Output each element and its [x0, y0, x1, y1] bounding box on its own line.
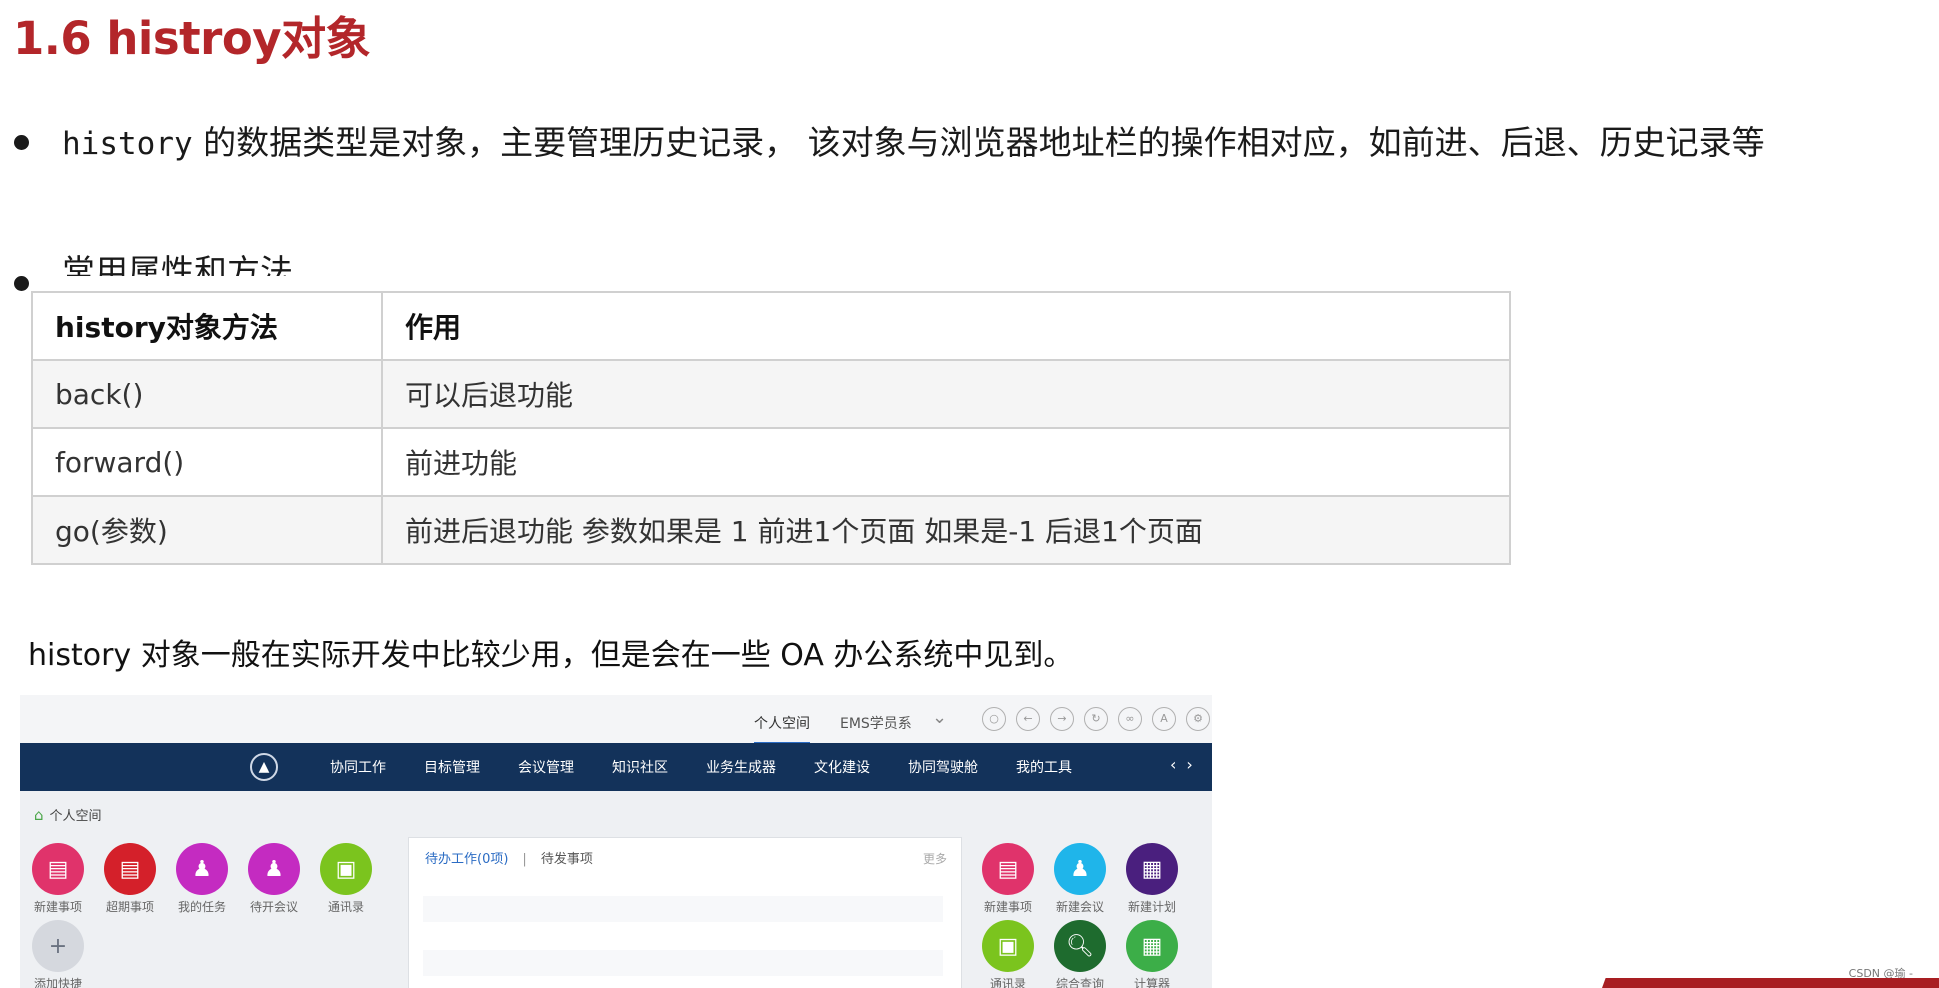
- oa-topbar: 个人空间 EMS学员系 ⌄ ○ ← → ↻ ∞ A ⚙: [20, 695, 1212, 745]
- oa-menu-item[interactable]: 协同工作: [330, 757, 386, 777]
- bullet-cut-text: 常用属性和方法: [62, 252, 293, 276]
- table-header-row: history对象方法 作用: [31, 291, 1511, 361]
- home-icon[interactable]: ⌂: [34, 806, 44, 824]
- purpose-cell: 可以后退功能: [381, 359, 1511, 429]
- plan-icon: ▦: [1126, 843, 1178, 895]
- people-icon: ♟: [248, 843, 300, 895]
- oa-menu-item[interactable]: 文化建设: [814, 757, 870, 777]
- oa-app-calculator[interactable]: ▦ 计算器: [1120, 920, 1184, 988]
- oa-menu-item[interactable]: 协同驾驶舱: [908, 757, 978, 777]
- oa-more-link[interactable]: 更多: [923, 850, 947, 867]
- header-method: history对象方法: [31, 291, 383, 361]
- oa-app-my-tasks[interactable]: ♟ 我的任务: [170, 843, 234, 915]
- gear-icon[interactable]: ⚙: [1186, 707, 1210, 731]
- oa-screenshot: 个人空间 EMS学员系 ⌄ ○ ← → ↻ ∞ A ⚙ ▲ 协同工作 目标管理 …: [20, 695, 1212, 988]
- tab-separator: |: [522, 852, 527, 867]
- oa-breadcrumb-label: 个人空间: [49, 809, 102, 824]
- decorative-red-bar: [1602, 978, 1939, 988]
- bullet-dot: [14, 135, 29, 150]
- note-text: history 对象一般在实际开发中比较少用，但是会在一些 OA 办公系统中见到…: [28, 638, 1074, 673]
- oa-todo-panel: 待办工作(0项) | 待发事项 更多: [408, 837, 962, 988]
- oa-app-search[interactable]: 🔍︎ 综合查询: [1048, 920, 1112, 988]
- people-icon: ♟: [176, 843, 228, 895]
- search-icon[interactable]: ○: [982, 707, 1006, 731]
- oa-app-new-plan[interactable]: ▦ 新建计划: [1120, 843, 1184, 915]
- oa-nav-arrows: ‹›: [1170, 755, 1203, 774]
- panel-placeholder-row: [423, 896, 943, 922]
- oa-breadcrumb: ⌂ 个人空间: [34, 805, 102, 824]
- oa-tab-personal[interactable]: 个人空间: [754, 713, 810, 745]
- table-row: back() 可以后退功能: [31, 359, 1511, 429]
- oa-tab-todo[interactable]: 待办工作(0项): [425, 852, 508, 867]
- refresh-icon[interactable]: ↻: [1084, 707, 1108, 731]
- chevron-left-icon[interactable]: ‹: [1170, 755, 1186, 774]
- oa-app-new-meeting[interactable]: ♟ 新建会议: [1048, 843, 1112, 915]
- bullet-dot: [14, 276, 29, 291]
- oa-app-new-item[interactable]: ▤ 新建事项: [26, 843, 90, 915]
- chevron-right-icon[interactable]: ›: [1186, 755, 1202, 774]
- code-history: history: [62, 126, 193, 162]
- oa-app-overdue[interactable]: ▤ 超期事项: [98, 843, 162, 915]
- back-icon[interactable]: ←: [1016, 707, 1040, 731]
- page-title: 1.6 histroy对象: [13, 12, 371, 65]
- purpose-cell: 前进后退功能 参数如果是 1 前进1个页面 如果是-1 后退1个页面: [381, 495, 1511, 565]
- calculator-icon: ▦: [1126, 920, 1178, 972]
- contacts-icon: ▣: [320, 843, 372, 895]
- oa-app-contacts-right[interactable]: ▣ 通讯录: [976, 920, 1040, 988]
- oa-menu-item[interactable]: 目标管理: [424, 757, 480, 777]
- method-cell: back(): [31, 359, 383, 429]
- bullet-paragraph: history 的数据类型是对象，主要管理历史记录， 该对象与浏览器地址栏的操作…: [62, 112, 1872, 175]
- document-icon: ▤: [104, 843, 156, 895]
- forward-icon[interactable]: →: [1050, 707, 1074, 731]
- chevron-down-icon[interactable]: ⌄: [932, 707, 947, 728]
- oa-menu-item[interactable]: 知识社区: [612, 757, 668, 777]
- oa-navbar: ▲ 协同工作 目标管理 会议管理 知识社区 业务生成器 文化建设 协同驾驶舱 我…: [20, 743, 1212, 791]
- table-row: forward() 前进功能: [31, 427, 1511, 497]
- oa-app-contacts[interactable]: ▣ 通讯录: [314, 843, 378, 915]
- link-icon[interactable]: ∞: [1118, 707, 1142, 731]
- methods-table: history对象方法 作用 back() 可以后退功能 forward() 前…: [31, 291, 1511, 565]
- oa-tab-ems[interactable]: EMS学员系: [840, 713, 912, 745]
- method-cell: forward(): [31, 427, 383, 497]
- bullet-text: 的数据类型是对象，主要管理历史记录， 该对象与浏览器地址栏的操作相对应，如前进、…: [192, 123, 1765, 162]
- method-cell: go(参数): [31, 495, 383, 565]
- plus-icon: +: [32, 920, 84, 972]
- oa-tab-pending[interactable]: 待发事项: [541, 852, 593, 867]
- oa-app-meetings[interactable]: ♟ 待开会议: [242, 843, 306, 915]
- oa-app-new-item-right[interactable]: ▤ 新建事项: [976, 843, 1040, 915]
- oa-menu-item[interactable]: 业务生成器: [706, 757, 776, 777]
- logo-icon: ▲: [250, 753, 278, 781]
- oa-menu-item[interactable]: 会议管理: [518, 757, 574, 777]
- document-icon: ▤: [32, 843, 84, 895]
- header-purpose: 作用: [381, 291, 1511, 361]
- purpose-cell: 前进功能: [381, 427, 1511, 497]
- contacts-icon: ▣: [982, 920, 1034, 972]
- panel-placeholder-row: [423, 950, 943, 976]
- font-icon[interactable]: A: [1152, 707, 1176, 731]
- oa-menu-item[interactable]: 我的工具: [1016, 757, 1072, 777]
- table-row: go(参数) 前进后退功能 参数如果是 1 前进1个页面 如果是-1 后退1个页…: [31, 495, 1511, 565]
- oa-app-add-shortcut[interactable]: + 添加快捷: [26, 920, 90, 988]
- search-icon: 🔍︎: [1054, 920, 1106, 972]
- oa-toolbar-icons: ○ ← → ↻ ∞ A ⚙: [982, 707, 1210, 731]
- people-icon: ♟: [1054, 843, 1106, 895]
- document-icon: ▤: [982, 843, 1034, 895]
